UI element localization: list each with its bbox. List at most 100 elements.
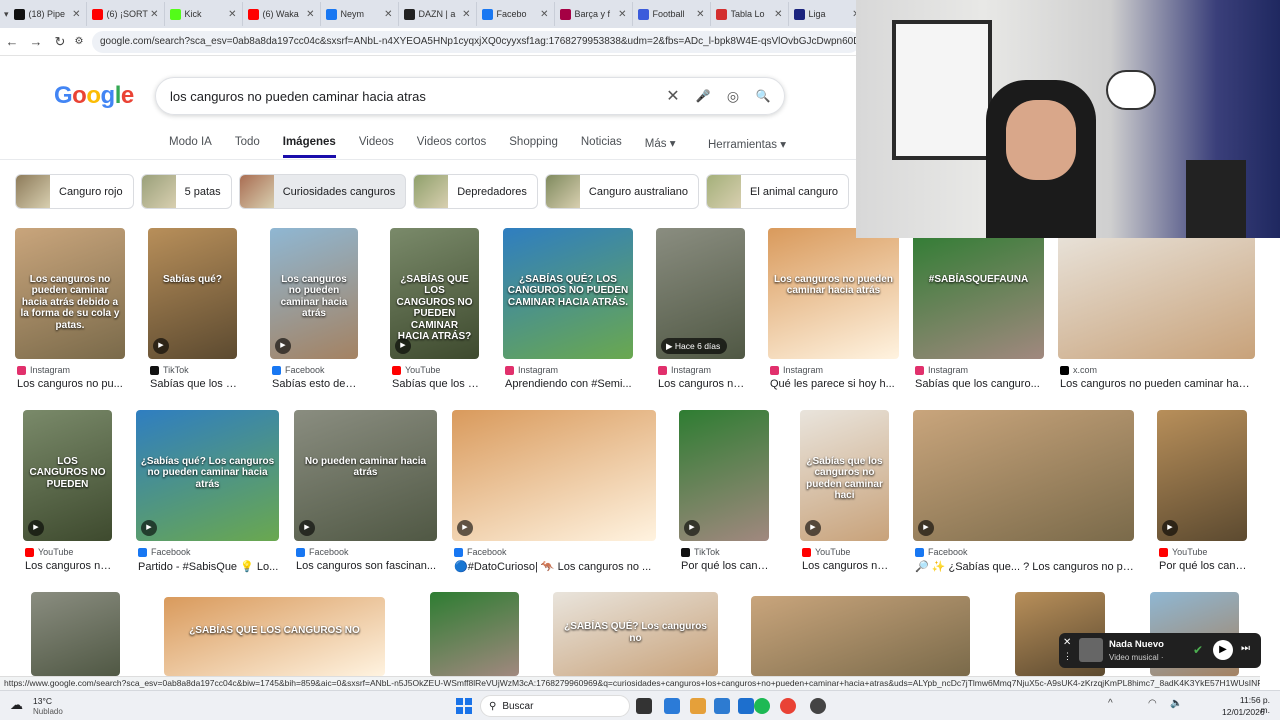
google-logo[interactable]: Google [54,82,134,110]
close-tab-icon[interactable]: ✕ [228,9,236,20]
start-icon[interactable] [456,698,472,714]
search-icon[interactable]: 🔍 [748,89,778,103]
result-source[interactable]: YouTube [25,547,73,557]
image-result-thumbnail[interactable]: ¿Sabías que los canguros no pueden camin… [800,410,889,541]
image-result-thumbnail[interactable] [430,592,519,676]
image-result-thumbnail[interactable]: ¿SABÍAS QUÉ? Los canguros no [553,592,718,676]
image-result-thumbnail[interactable] [751,596,970,676]
weather-temp[interactable]: 13°C [33,696,52,706]
result-source[interactable]: Facebook [138,547,191,557]
result-source[interactable]: Instagram [658,365,711,375]
close-icon[interactable]: ✕ [1063,637,1071,648]
chrome-icon[interactable] [780,698,796,714]
browser-tab[interactable]: Kick ✕ [165,2,243,26]
image-result-thumbnail[interactable]: Los canguros no pueden caminar hacia atr… [15,228,125,359]
mail-icon[interactable] [738,698,754,714]
result-title[interactable]: Sabías que los canguro... [915,378,1044,390]
store-icon[interactable] [714,698,730,714]
close-tab-icon[interactable]: ✕ [72,9,80,20]
tab-mas[interactable]: Más ▾ [645,136,676,158]
volume-icon[interactable]: 🔈 [1170,698,1182,709]
browser-tab[interactable]: Barça y f ✕ [555,2,633,26]
mic-icon[interactable]: 🎤 [688,89,718,103]
next-icon[interactable]: ⏭ [1241,643,1250,654]
close-tab-icon[interactable]: ✕ [462,9,470,20]
image-result-thumbnail[interactable]: ▶ Hace 6 días [656,228,745,359]
forward-icon[interactable]: → [24,34,48,49]
image-result-thumbnail[interactable]: Los canguros no pueden caminar hacia atr… [768,228,899,359]
result-title[interactable]: Sabías que los can... [150,378,237,390]
image-result-thumbnail[interactable]: ▶ [679,410,769,541]
result-source[interactable]: Facebook [272,365,325,375]
clock-date[interactable]: 12/01/2026 [1222,707,1265,717]
close-tab-icon[interactable]: ✕ [306,9,314,20]
file-explorer-icon[interactable] [690,698,706,714]
lens-icon[interactable]: ◎ [718,88,748,105]
result-title[interactable]: Los canguros no pu... [17,378,125,390]
result-title[interactable]: Aprendiendo con #Semi... [505,378,633,390]
result-title[interactable]: Los canguros no p... [802,560,889,572]
play-icon[interactable]: ▶ [1213,640,1233,660]
result-title[interactable]: 🔎 ✨ ¿Sabías que... ? Los canguros no pu.… [915,560,1134,573]
tab-modo-ia[interactable]: Modo IA [169,136,212,158]
url-field[interactable]: google.com/search?sca_esv=0ab8a8da197cc0… [92,30,860,53]
search-box[interactable]: los canguros no pueden caminar hacia atr… [155,77,785,115]
result-title[interactable]: Sabías esto de los ... [272,378,358,390]
result-source[interactable]: Instagram [915,365,968,375]
search-input[interactable]: los canguros no pueden caminar hacia atr… [170,89,658,104]
result-source[interactable]: YouTube [802,547,850,557]
result-title[interactable]: Los canguros no p... [25,560,112,572]
tools-button[interactable]: Herramientas ▾ [708,137,786,151]
task-view-icon[interactable] [636,698,652,714]
clear-icon[interactable]: ✕ [658,86,688,106]
result-title[interactable]: Los canguros son fascinan... [296,560,437,572]
browser-tab[interactable]: Tabla Lo ✕ [711,2,789,26]
result-title[interactable]: Los canguros no pueden caminar haci... [1060,378,1255,390]
image-result-thumbnail[interactable]: ▶ [452,410,656,541]
tray-chevron-icon[interactable]: ^ [1108,698,1113,709]
chip-depredadores[interactable]: Depredadores [413,174,538,209]
result-title[interactable]: Partido - #SabisQue 💡 Lo... [138,560,279,573]
image-result-thumbnail[interactable]: No pueden caminar hacia atrás ▶ [294,410,437,541]
result-source[interactable]: Instagram [770,365,823,375]
close-tab-icon[interactable]: ✕ [150,9,158,20]
browser-tab[interactable]: (6) Waka ✕ [243,2,321,26]
browser-tab[interactable]: Football ✕ [633,2,711,26]
site-info-icon[interactable]: ⚙ [72,36,86,47]
image-result-thumbnail[interactable]: LOS CANGUROS NO PUEDEN ▶ [23,410,112,541]
browser-tab[interactable]: (18) Pipe ✕ [9,2,87,26]
chip-canguro-rojo[interactable]: Canguro rojo [15,174,134,209]
tab-noticias[interactable]: Noticias [581,136,622,158]
image-result-thumbnail[interactable]: ¿SABÍAS QUE LOS CANGUROS NO PUEDEN CAMIN… [390,228,479,359]
tab-shopping[interactable]: Shopping [509,136,558,158]
taskbar-search[interactable]: ⚲ Buscar [480,695,630,717]
close-tab-icon[interactable]: ✕ [618,9,626,20]
browser-tab[interactable]: Neym ✕ [321,2,399,26]
result-source[interactable]: Instagram [17,365,70,375]
result-title[interactable]: Qué les parece si hoy h... [770,378,899,390]
tab-imagenes[interactable]: Imágenes [282,136,336,158]
chip-canguro-australiano[interactable]: Canguro australiano [544,174,699,209]
result-title[interactable]: Sabías que los Ca... [392,378,479,390]
result-source[interactable]: Facebook [454,547,507,557]
tab-videos-cortos[interactable]: Videos cortos [417,136,486,158]
app-icon[interactable] [664,698,680,714]
close-tab-icon[interactable]: ✕ [540,9,548,20]
tab-todo[interactable]: Todo [235,136,260,158]
image-result-thumbnail[interactable]: Los canguros no pueden caminar hacia atr… [270,228,358,359]
result-source[interactable]: Facebook [915,547,968,557]
browser-tab[interactable]: (6) ¡SORT ✕ [87,2,165,26]
result-source[interactable]: TikTok [150,365,189,375]
image-result-thumbnail[interactable]: ¿SABÍAS QUE LOS CANGUROS NO [164,597,385,676]
chip-5-patas[interactable]: 5 patas [140,174,232,209]
back-icon[interactable]: ← [0,34,24,49]
image-result-thumbnail[interactable]: ▶ [1157,410,1247,541]
close-tab-icon[interactable]: ✕ [384,9,392,20]
result-title[interactable]: Por qué los cangur... [1159,560,1247,572]
spotify-icon[interactable] [754,698,770,714]
browser-tab[interactable]: Facebo ✕ [477,2,555,26]
result-source[interactable]: x.com [1060,365,1097,375]
browser-tab[interactable]: DAZN | a ✕ [399,2,477,26]
close-tab-icon[interactable]: ✕ [774,9,782,20]
image-result-thumbnail[interactable] [31,592,120,676]
